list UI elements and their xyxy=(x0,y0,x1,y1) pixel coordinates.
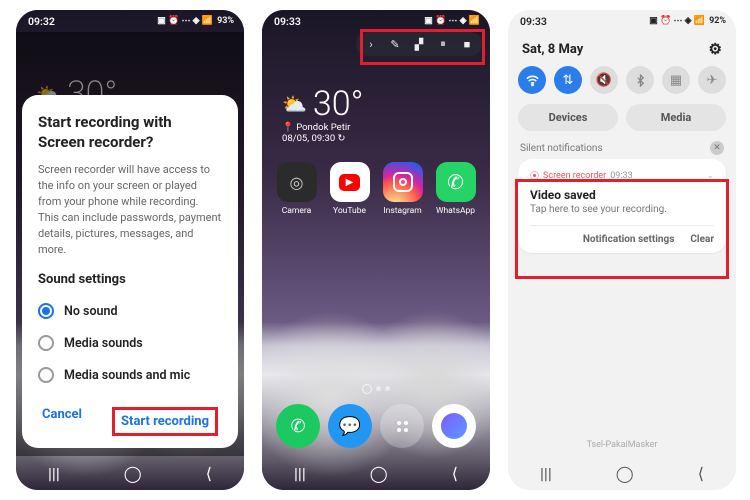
cancel-button[interactable]: Cancel xyxy=(42,407,82,436)
dock-internet-icon[interactable] xyxy=(432,404,476,448)
status-time: 09:33 xyxy=(520,15,547,28)
app-row: ◎ Camera ▶ YouTube Instagram ✆ WhatsApp xyxy=(262,162,490,216)
notif-title: Video saved xyxy=(530,188,714,202)
screen-recorder-dialog: Start recording with Screen recorder? Sc… xyxy=(22,95,238,448)
stop-icon[interactable]: ■ xyxy=(460,38,474,51)
dialog-description: Screen recorder will have access to the … xyxy=(38,162,222,258)
qs-airplane-icon[interactable]: ✈ xyxy=(698,66,726,94)
notification-card[interactable]: ⦿ Screen recorder 09:33 ⌄ Video saved Ta… xyxy=(518,159,726,253)
home-page-dot xyxy=(362,384,372,394)
phone-screen-1: 09:32 ▣ ⏰ ⋯ ◈ 📶 93% ⛅ 30° Start recordin… xyxy=(16,10,244,490)
nav-home-icon[interactable]: ◯ xyxy=(602,458,648,489)
nav-recents-icon[interactable]: ||| xyxy=(34,458,74,489)
draw-icon[interactable]: ✎ xyxy=(388,38,402,51)
sound-options: No sound Media sounds Media sounds and m… xyxy=(38,295,222,391)
nav-back-icon[interactable]: ⟨ xyxy=(192,458,226,489)
dock-apps-icon[interactable] xyxy=(380,404,424,448)
start-recording-button[interactable]: Start recording xyxy=(112,407,218,436)
nav-home-icon[interactable]: ◯ xyxy=(110,458,156,489)
nav-bar: ||| ◯ ⟨ xyxy=(16,456,244,490)
weather-widget[interactable]: ⛅ 30° xyxy=(282,84,363,124)
dock: ✆ 💬 xyxy=(272,404,480,448)
weather-icon: ⛅ xyxy=(282,92,307,116)
nav-back-icon[interactable]: ⟨ xyxy=(438,458,472,489)
notif-app-name: Screen recorder xyxy=(543,171,606,181)
nav-bar: ||| ◯ ⟨ xyxy=(262,456,490,490)
nav-back-icon[interactable]: ⟨ xyxy=(684,458,718,489)
dialog-title: Start recording with Screen recorder? xyxy=(38,113,222,152)
radio-icon xyxy=(38,367,54,383)
nav-bar: ||| ◯ ⟨ xyxy=(508,456,736,490)
notification-shade: Sat, 8 May ⚙ ⇅ 🔇 ▦ ✈ Devices Media Silen… xyxy=(508,32,736,456)
app-instagram[interactable]: Instagram xyxy=(379,162,427,216)
radio-icon xyxy=(38,303,54,319)
media-chip[interactable]: Media xyxy=(626,104,726,131)
whatsapp-icon: ✆ xyxy=(436,162,476,202)
qs-bluetooth-icon[interactable] xyxy=(626,66,654,94)
device-media-row: Devices Media xyxy=(518,104,726,131)
status-indicators: ▣ ⏰ ⋯ ◈ 📶 92% xyxy=(649,16,726,26)
status-indicators: ▣ ⏰ ⋯ ◈ 📶 93% xyxy=(157,16,234,26)
recorder-toolbar[interactable]: › ✎ ▞ ⏸ ■ xyxy=(356,32,482,56)
pointer-icon[interactable]: › xyxy=(364,38,378,51)
camera-icon: ◎ xyxy=(277,162,317,202)
quick-settings: ⇅ 🔇 ▦ ✈ xyxy=(518,66,726,104)
qs-wifi-icon[interactable] xyxy=(518,66,546,94)
notification-settings-button[interactable]: Notification settings xyxy=(583,234,675,245)
notif-time: 09:33 xyxy=(610,171,632,181)
option-media-and-mic[interactable]: Media sounds and mic xyxy=(38,359,222,391)
record-app-icon: ⦿ xyxy=(530,169,539,182)
nav-recents-icon[interactable]: ||| xyxy=(526,458,566,489)
dock-messages-icon[interactable]: 💬 xyxy=(328,404,372,448)
dismiss-silent-icon[interactable]: ✕ xyxy=(710,141,724,155)
phone-screen-2: 09:33 ▣ ⏰ ⋯ ◈ 📶 › ✎ ▞ ⏸ ■ ⛅ 30° 📍 Pondok… xyxy=(262,10,490,490)
qs-portrait-icon[interactable]: ▦ xyxy=(662,66,690,94)
qs-data-icon[interactable]: ⇅ xyxy=(554,66,582,94)
option-media-sounds[interactable]: Media sounds xyxy=(38,327,222,359)
silent-notifications-label: Silent notifications xyxy=(520,143,603,154)
status-indicators: ▣ ⏰ ⋯ ◈ 📶 xyxy=(424,16,480,26)
nav-recents-icon[interactable]: ||| xyxy=(280,458,320,489)
qs-sound-icon[interactable]: 🔇 xyxy=(590,66,618,94)
expand-icon[interactable]: ⌄ xyxy=(706,171,714,181)
instagram-icon xyxy=(383,162,423,202)
carrier-label: Tsel-PakaiMasker xyxy=(508,440,736,450)
status-time: 09:33 xyxy=(274,15,301,28)
status-bar: 09:32 ▣ ⏰ ⋯ ◈ 📶 93% xyxy=(16,10,244,32)
page-indicator xyxy=(262,386,490,394)
notif-body: Tap here to see your recording. xyxy=(530,204,714,215)
status-bar: 09:33 ▣ ⏰ ⋯ ◈ 📶 92% xyxy=(508,10,736,32)
youtube-icon: ▶ xyxy=(330,162,370,202)
app-camera[interactable]: ◎ Camera xyxy=(273,162,321,216)
phone-screen-3: 09:33 ▣ ⏰ ⋯ ◈ 📶 92% Sat, 8 May ⚙ ⇅ 🔇 ▦ ✈… xyxy=(508,10,736,490)
option-no-sound[interactable]: No sound xyxy=(38,295,222,327)
pin-icon: 📍 xyxy=(282,122,294,133)
pause-icon[interactable]: ⏸ xyxy=(436,37,450,51)
weather-temp: 30° xyxy=(313,84,364,124)
app-youtube[interactable]: ▶ YouTube xyxy=(326,162,374,216)
dock-phone-icon[interactable]: ✆ xyxy=(276,404,320,448)
sound-settings-heading: Sound settings xyxy=(38,272,222,287)
clear-button[interactable]: Clear xyxy=(690,234,714,245)
shade-date: Sat, 8 May xyxy=(522,42,583,57)
status-bar: 09:33 ▣ ⏰ ⋯ ◈ 📶 xyxy=(262,10,490,32)
devices-chip[interactable]: Devices xyxy=(518,104,618,131)
radio-icon xyxy=(38,335,54,351)
app-whatsapp[interactable]: ✆ WhatsApp xyxy=(432,162,480,216)
settings-icon[interactable]: ⚙ xyxy=(709,40,722,58)
location-widget[interactable]: 📍 Pondok Petir 08/05, 09:30 ↻ xyxy=(282,122,350,144)
selfie-icon[interactable]: ▞ xyxy=(412,38,426,51)
nav-home-icon[interactable]: ◯ xyxy=(356,458,402,489)
status-time: 09:32 xyxy=(28,15,55,28)
